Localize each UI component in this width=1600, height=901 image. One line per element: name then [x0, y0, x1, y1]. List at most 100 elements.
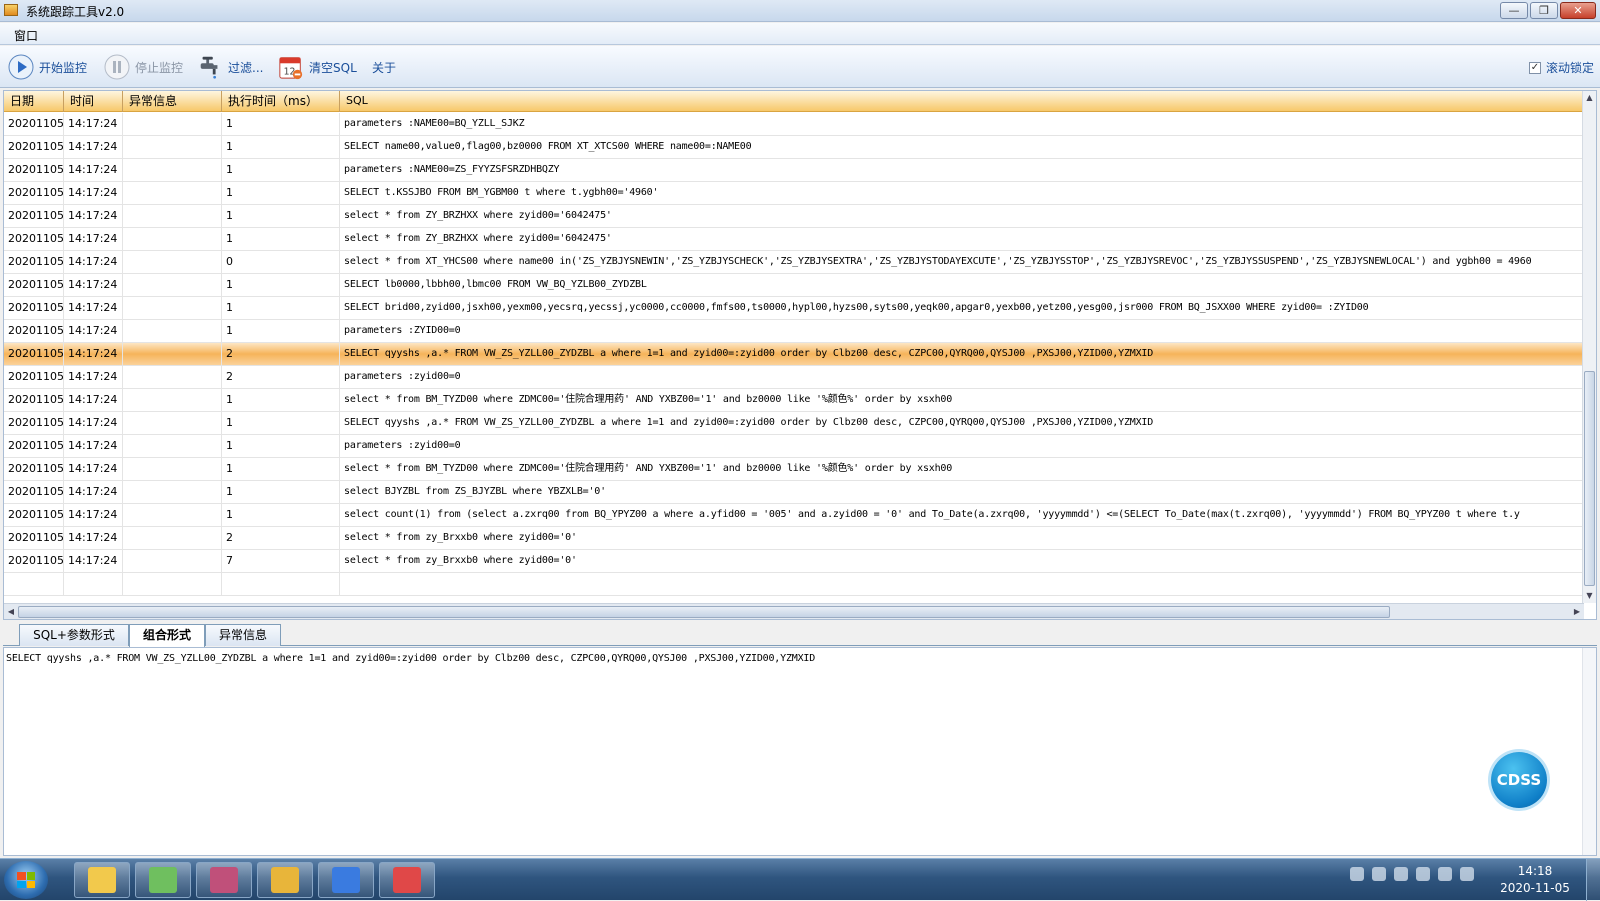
empty-cell — [4, 573, 64, 596]
cell-date: 20201105 — [4, 136, 64, 159]
table-row[interactable]: 20201105 14:17:24 1 select * from BM_TYZD00… — [4, 389, 1584, 412]
cell-sql: SELECT name00,value0,flag00,bz0000 FROM … — [340, 136, 1584, 159]
table-row[interactable]: 20201105 14:17:24 1 parameters :NAME00=ZS_F… — [4, 159, 1584, 182]
help-icon[interactable] — [1372, 867, 1386, 881]
scroll-up-arrow-icon[interactable]: ▲ — [1583, 91, 1596, 105]
cell-exception — [123, 343, 222, 366]
explorer-icon — [88, 867, 116, 893]
system-clock[interactable]: 14:18 2020-11-05 — [1500, 863, 1570, 897]
taskbar-app-5[interactable] — [379, 862, 435, 898]
cell-time: 14:17:24 — [64, 458, 123, 481]
table-row[interactable]: 20201105 14:17:24 1 SELECT name00,value0,fl… — [4, 136, 1584, 159]
table-row[interactable]: 20201105 14:17:24 2 SELECT qyyshs ,a.* FROM… — [4, 343, 1584, 366]
detail-vertical-scrollbar[interactable] — [1582, 648, 1596, 855]
cell-date: 20201105 — [4, 228, 64, 251]
cell-date: 20201105 — [4, 458, 64, 481]
column-header-sql[interactable]: SQL — [340, 91, 1584, 112]
cell-duration: 1 — [222, 182, 340, 205]
cell-time: 14:17:24 — [64, 412, 123, 435]
cell-duration: 2 — [222, 366, 340, 389]
table-row[interactable]: 20201105 14:17:24 1 select * from ZY_BRZHXX… — [4, 205, 1584, 228]
taskbar-app-2[interactable] — [196, 862, 252, 898]
cell-time: 14:17:24 — [64, 297, 123, 320]
column-header-date[interactable]: 日期 — [4, 91, 64, 112]
close-button[interactable]: ✕ — [1560, 2, 1596, 19]
sql-detail-text[interactable]: SELECT qyyshs ,a.* FROM VW_ZS_YZLL00_ZYD… — [6, 653, 815, 664]
notepad-icon — [149, 867, 177, 893]
table-row[interactable]: 20201105 14:17:24 1 select BJYZBL from ZS_B… — [4, 481, 1584, 504]
taskbar-app-3[interactable] — [257, 862, 313, 898]
cdss-floating-button[interactable]: CDSS — [1491, 752, 1547, 808]
grid-vertical-scrollbar[interactable]: ▲ ▼ — [1582, 91, 1596, 603]
tab-combined[interactable]: 组合形式 — [129, 624, 205, 647]
medical-icon — [393, 867, 421, 893]
network-icon[interactable] — [1394, 867, 1408, 881]
windows-logo-icon — [17, 872, 35, 888]
grid-body: 20201105 14:17:24 1 parameters :NAME00=BQ_Y… — [4, 113, 1584, 603]
cell-date: 20201105 — [4, 504, 64, 527]
table-row[interactable]: 20201105 14:17:24 0 select * from XT_YHCS00… — [4, 251, 1584, 274]
volume-icon[interactable] — [1460, 867, 1474, 881]
taskbar-app-0[interactable] — [74, 862, 130, 898]
cell-date: 20201105 — [4, 435, 64, 458]
cell-duration: 1 — [222, 297, 340, 320]
table-row[interactable]: 20201105 14:17:24 1 SELECT lb0000,lbbh00,lb… — [4, 274, 1584, 297]
table-row[interactable]: 20201105 14:17:24 2 select * from zy_Brxxb0… — [4, 527, 1584, 550]
scroll-lock-toggle[interactable]: ✓ 滚动锁定 — [1528, 59, 1594, 76]
sogou-icon — [332, 867, 360, 893]
cell-duration: 7 — [222, 550, 340, 573]
column-header-exception[interactable]: 异常信息 — [123, 91, 222, 112]
clear-sql-button[interactable]: 12 清空SQL — [278, 54, 357, 80]
cell-duration: 1 — [222, 389, 340, 412]
table-row[interactable]: 20201105 14:17:24 7 select * from zy_Brxxb0… — [4, 550, 1584, 573]
restore-button[interactable]: ❐ — [1530, 2, 1558, 19]
table-row[interactable]: 20201105 14:17:24 2 parameters :zyid00=0 — [4, 366, 1584, 389]
cell-time: 14:17:24 — [64, 113, 123, 136]
scroll-down-arrow-icon[interactable]: ▼ — [1583, 589, 1596, 603]
vertical-scroll-thumb[interactable] — [1584, 371, 1595, 586]
grid-horizontal-scrollbar[interactable]: ◀ ▶ — [4, 603, 1584, 619]
tab-exception[interactable]: 异常信息 — [205, 624, 281, 646]
table-row[interactable]: 20201105 14:17:24 1 parameters :ZYID00=0 — [4, 320, 1584, 343]
cell-time: 14:17:24 — [64, 320, 123, 343]
table-row[interactable]: 20201105 14:17:24 1 select count(1) from (… — [4, 504, 1584, 527]
show-desktop-button[interactable] — [1586, 859, 1600, 901]
cell-duration: 1 — [222, 504, 340, 527]
stop-monitor-label: 停止监控 — [135, 60, 184, 75]
stop-monitor-button[interactable]: 停止监控 — [104, 54, 183, 80]
pause-icon — [104, 54, 130, 80]
start-monitor-button[interactable]: 开始监控 — [8, 54, 87, 80]
scroll-left-arrow-icon[interactable]: ◀ — [4, 604, 18, 619]
clear-sql-label: 清空SQL — [309, 60, 357, 75]
column-header-time[interactable]: 时间 — [64, 91, 123, 112]
cell-date: 20201105 — [4, 113, 64, 136]
cell-time: 14:17:24 — [64, 481, 123, 504]
cell-exception — [123, 435, 222, 458]
menu-window[interactable]: 窗口 — [14, 27, 38, 44]
sql-detail-panel[interactable]: SELECT qyyshs ,a.* FROM VW_ZS_YZLL00_ZYD… — [3, 647, 1597, 856]
about-button[interactable]: 关于 — [372, 54, 396, 80]
table-row[interactable]: 20201105 14:17:24 1 select * from BM_TYZD00… — [4, 458, 1584, 481]
table-row[interactable]: 20201105 14:17:24 1 SELECT t.KSSJBO FROM B… — [4, 182, 1584, 205]
minimize-button[interactable]: — — [1500, 2, 1528, 19]
tray-expand-icon[interactable] — [1416, 867, 1430, 881]
column-header-duration[interactable]: 执行时间（ms） — [222, 91, 340, 112]
table-row[interactable]: 20201105 14:17:24 1 parameters :NAME00=BQ_Y… — [4, 113, 1584, 136]
tab-sql-params[interactable]: SQL+参数形式 — [19, 624, 129, 646]
scroll-right-arrow-icon[interactable]: ▶ — [1570, 604, 1584, 619]
taskbar-app-4[interactable] — [318, 862, 374, 898]
table-row[interactable]: 20201105 14:17:24 1 SELECT qyyshs ,a.* FROM… — [4, 412, 1584, 435]
horizontal-scroll-thumb[interactable] — [18, 606, 1390, 618]
table-row[interactable]: 20201105 14:17:24 1 SELECT brid00,zyid00,js… — [4, 297, 1584, 320]
cell-time: 14:17:24 — [64, 159, 123, 182]
security-icon[interactable] — [1438, 867, 1452, 881]
taskbar-app-1[interactable] — [135, 862, 191, 898]
empty-cell — [222, 573, 340, 596]
filter-button[interactable]: 过滤... — [197, 54, 263, 80]
start-button[interactable] — [4, 861, 48, 899]
table-row[interactable]: 20201105 14:17:24 1 select * from ZY_BRZHXX… — [4, 228, 1584, 251]
keyboard-icon[interactable] — [1350, 867, 1364, 881]
cell-sql: select * from zy_Brxxb0 where zyid00='0' — [340, 550, 1584, 573]
scroll-lock-checkbox[interactable]: ✓ — [1528, 61, 1541, 74]
table-row[interactable]: 20201105 14:17:24 1 parameters :zyid00=0 — [4, 435, 1584, 458]
